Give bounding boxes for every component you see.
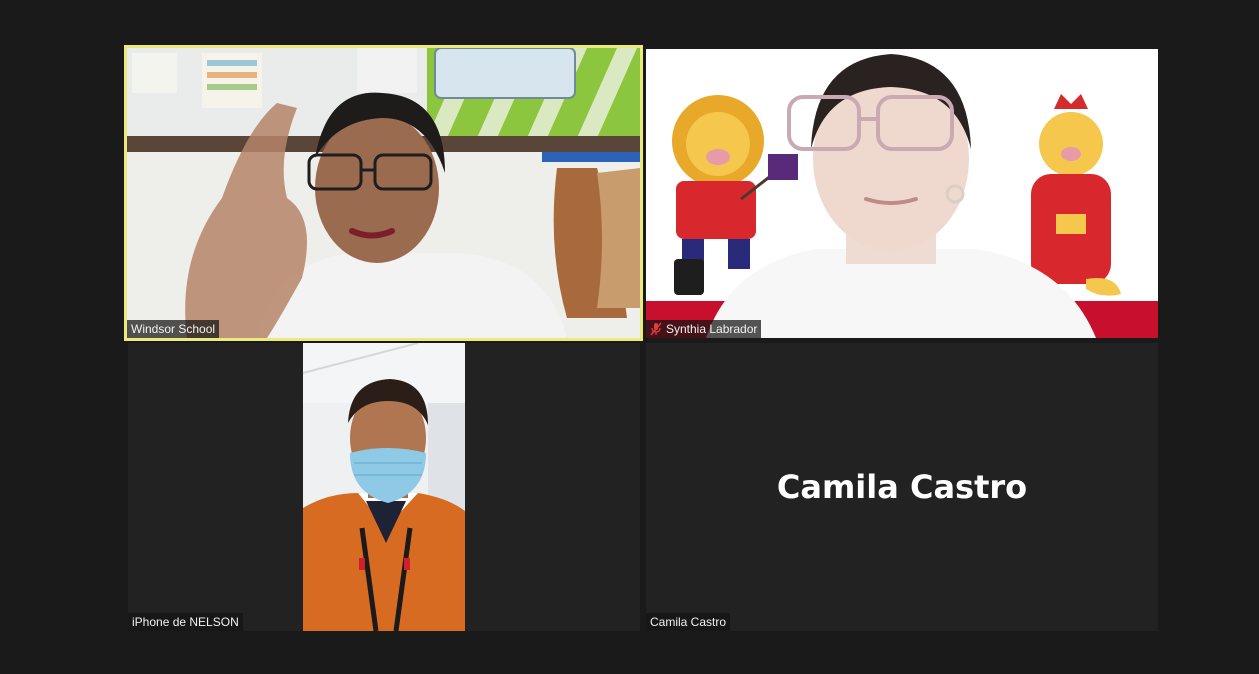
participant-video bbox=[128, 343, 640, 631]
video-tile-camila-castro[interactable]: Camila Castro Camila Castro bbox=[646, 343, 1158, 631]
participant-name: Windsor School bbox=[131, 322, 216, 336]
video-tile-synthia-labrador[interactable]: Synthia Labrador bbox=[646, 49, 1158, 338]
video-tile-iphone-de-nelson[interactable]: iPhone de NELSON bbox=[128, 343, 640, 631]
video-tile-windsor-school[interactable]: Windsor School bbox=[124, 45, 643, 341]
participant-name-tag: Camila Castro bbox=[646, 613, 731, 631]
participant-name-tag: iPhone de NELSON bbox=[128, 613, 243, 631]
participant-name-tag: Synthia Labrador bbox=[646, 320, 762, 338]
participant-name: Synthia Labrador bbox=[666, 322, 758, 336]
participant-video bbox=[646, 49, 1158, 338]
participant-name: Camila Castro bbox=[650, 615, 727, 629]
participant-display-name: Camila Castro bbox=[776, 468, 1028, 506]
participant-name: iPhone de NELSON bbox=[132, 615, 239, 629]
participant-video bbox=[127, 48, 640, 338]
mic-muted-icon bbox=[650, 322, 662, 336]
video-gallery: Windsor School Synthia Labrador iPhone d… bbox=[0, 0, 1259, 674]
participant-name-tag: Windsor School bbox=[127, 320, 220, 338]
